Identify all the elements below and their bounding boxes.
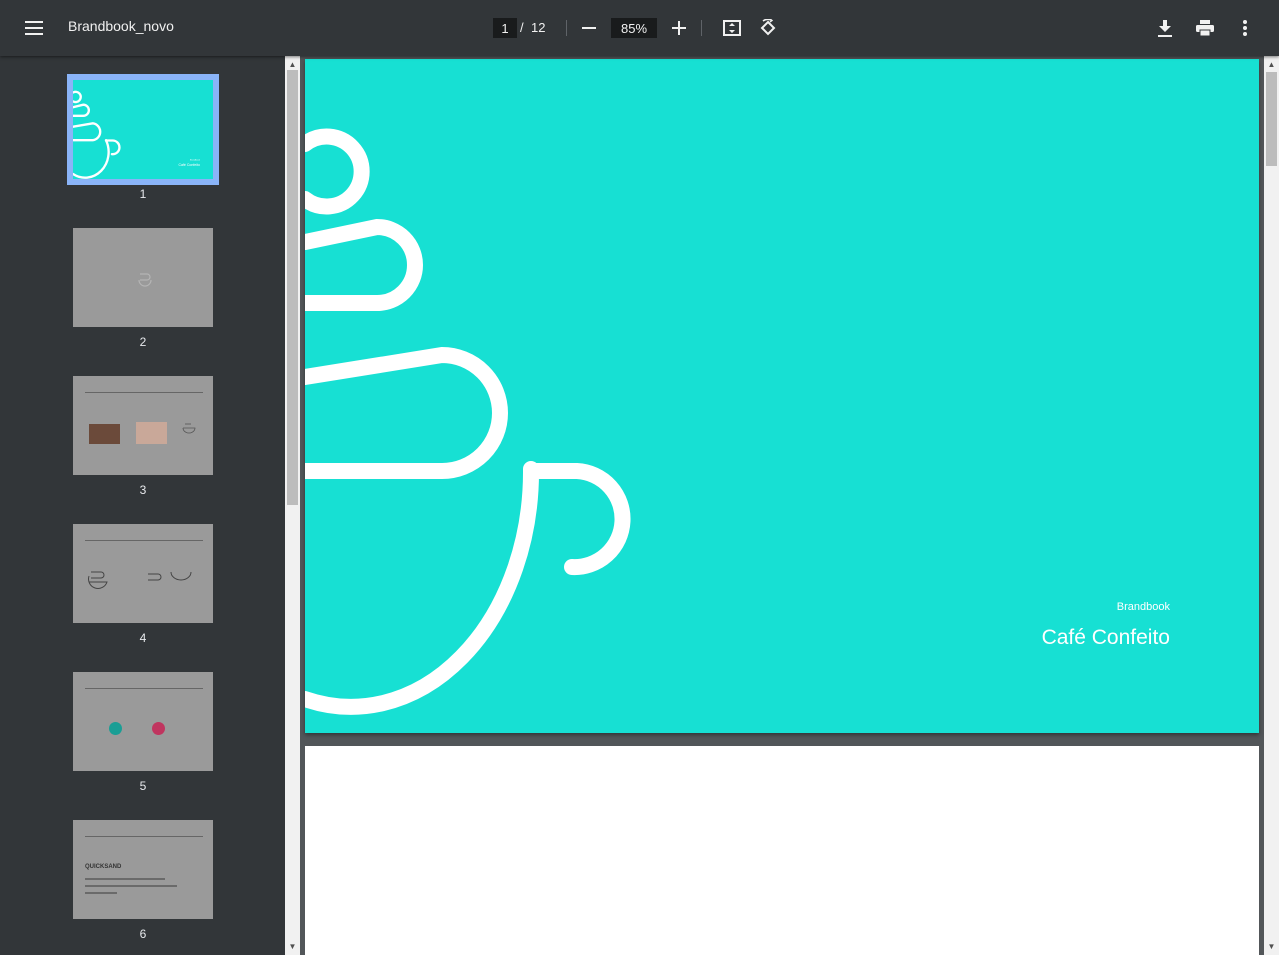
color-swatch-pink (152, 722, 165, 735)
thumbnail-page-6[interactable]: QUICKSAND 6 (73, 820, 213, 941)
thumbnail-sidebar: Brandbook Café Confeito 1 2 3 4 5 QUICKS… (0, 56, 285, 955)
thumbnail-image[interactable] (73, 672, 213, 771)
document-title: Brandbook_novo (68, 18, 174, 34)
sidebar-scroll-up-arrow[interactable]: ▲ (285, 60, 300, 69)
download-button[interactable] (1149, 12, 1181, 44)
sidebar-scrollbar-thumb[interactable] (287, 70, 298, 505)
document-scroll-down-arrow[interactable]: ▼ (1264, 942, 1279, 951)
thumbnail-image[interactable] (73, 228, 213, 327)
thumbnail-image[interactable]: QUICKSAND (73, 820, 213, 919)
document-scroll-up-arrow[interactable]: ▲ (1264, 60, 1279, 69)
more-options-button[interactable] (1229, 12, 1261, 44)
pdf-toolbar: Brandbook_novo / 12 (0, 0, 1279, 56)
pdf-page-1: Brandbook Café Confeito (305, 59, 1259, 733)
pdf-page-2 (305, 746, 1259, 955)
thumbnail-page-5[interactable]: 5 (73, 672, 213, 793)
thumbnail-page-number: 5 (139, 779, 147, 793)
thumbnail-page-number: 1 (139, 187, 147, 201)
thumbnail-page-4[interactable]: 4 (73, 524, 213, 645)
zoom-in-button[interactable] (663, 12, 695, 44)
svg-text:Brandbook: Brandbook (190, 159, 201, 162)
typeface-name: QUICKSAND (85, 864, 122, 870)
thumbnail-page-3[interactable]: 3 (73, 376, 213, 497)
document-scrollbar[interactable] (1264, 56, 1279, 955)
zoom-out-button[interactable] (573, 12, 605, 44)
zoom-out-icon (582, 27, 596, 29)
page-separator: / (520, 20, 524, 35)
fit-page-icon (723, 20, 741, 36)
thumbnail-image[interactable] (73, 376, 213, 475)
page-title: Café Confeito (1041, 626, 1170, 649)
thumbnail-page-number: 2 (139, 335, 147, 349)
document-scrollbar-thumb[interactable] (1266, 72, 1277, 166)
page-total: 12 (531, 20, 546, 35)
zoom-in-icon (672, 21, 686, 35)
thumbnail-image[interactable]: Brandbook Café Confeito (67, 74, 219, 185)
print-icon (1196, 20, 1214, 36)
sidebar-scroll-down-arrow[interactable]: ▼ (285, 942, 300, 951)
rotate-icon (760, 19, 776, 36)
thumbnail-page-number: 4 (139, 631, 147, 645)
zoom-level-input[interactable] (611, 18, 657, 38)
thumbnail-page-1[interactable]: Brandbook Café Confeito 1 (67, 74, 219, 201)
thumbnail-page-number: 3 (139, 483, 147, 497)
logo-construction-icon (88, 571, 192, 589)
toolbar-divider (701, 20, 702, 36)
color-swatch-teal (109, 722, 122, 735)
thumbnail-page-2[interactable]: 2 (73, 228, 213, 349)
thumbnail-page-number: 6 (139, 927, 147, 941)
rotate-button[interactable] (752, 12, 784, 44)
fit-page-button[interactable] (716, 12, 748, 44)
svg-text:Café Confeito: Café Confeito (178, 163, 200, 167)
download-icon (1158, 19, 1172, 37)
cup-sketch-icon (182, 423, 196, 434)
cup-logo-small-icon (138, 273, 152, 287)
more-vert-icon (1243, 20, 1247, 36)
menu-button[interactable] (18, 12, 50, 44)
page-number-input[interactable] (493, 18, 517, 38)
thumbnail-image[interactable] (73, 524, 213, 623)
menu-icon (25, 21, 43, 35)
toolbar-divider (566, 20, 567, 36)
cup-logo-thumbnail: Brandbook Café Confeito (73, 90, 201, 179)
page-subtitle: Brandbook (1116, 601, 1170, 613)
print-button[interactable] (1189, 12, 1221, 44)
